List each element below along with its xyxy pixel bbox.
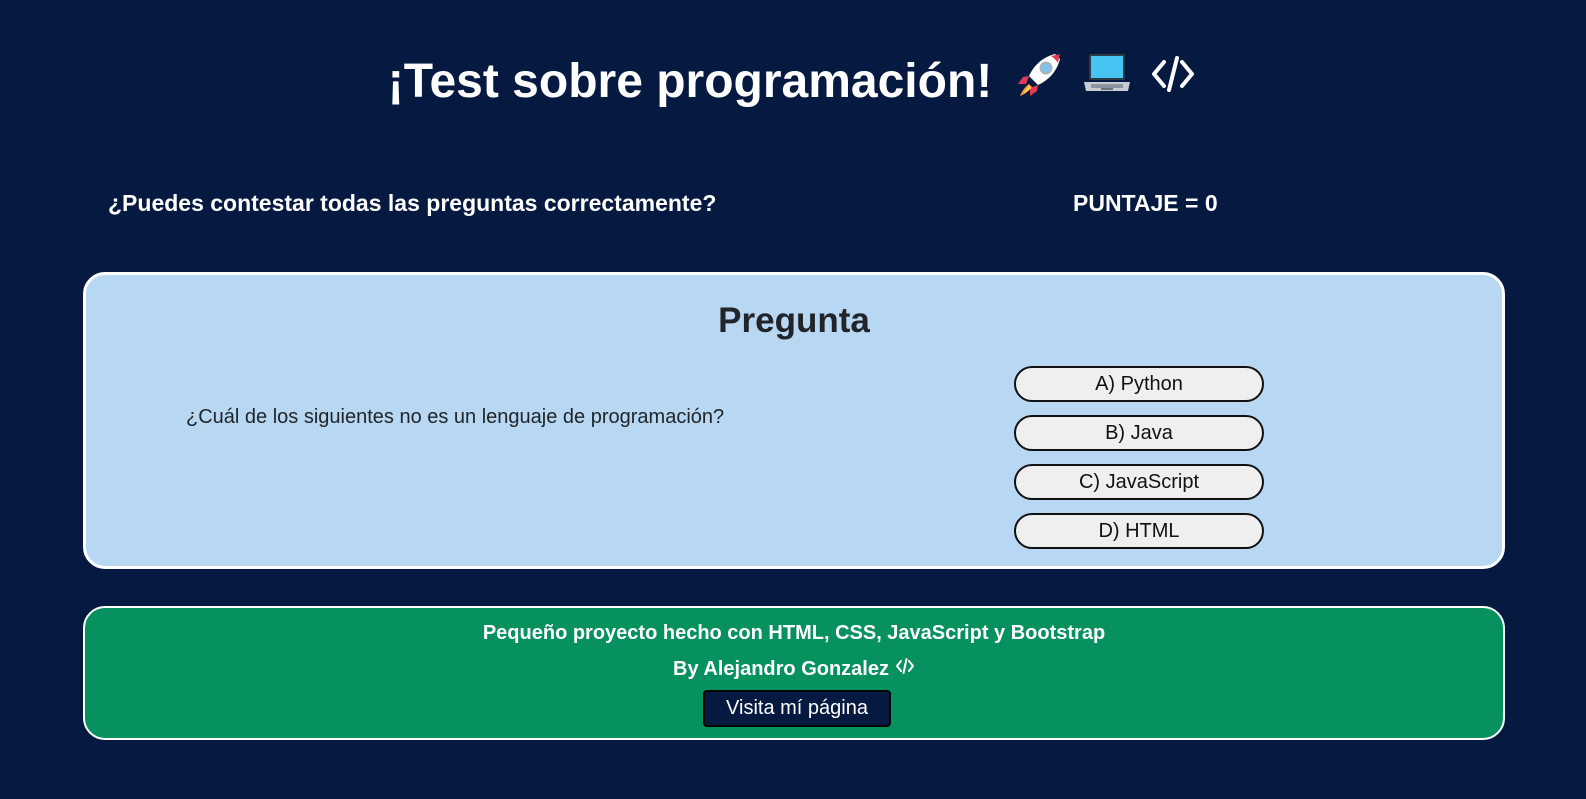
laptop-icon [1080, 49, 1134, 115]
question-text: ¿Cuál de los siguientes no es un lenguaj… [186, 406, 725, 428]
visit-page-button[interactable]: Visita mí página [703, 690, 891, 727]
footer-project-note: Pequeño proyecto hecho con HTML, CSS, Ja… [482, 622, 1106, 644]
page-title: ¡Test sobre programación! [0, 48, 1586, 116]
footer-author: By Alejandro Gonzalez [673, 657, 889, 680]
title-icons [1014, 48, 1198, 116]
rocket-icon [1014, 48, 1066, 116]
answer-options: A) Python B) Java C) JavaScript D) HTML [1014, 366, 1264, 549]
answer-a-button[interactable]: A) Python [1014, 366, 1264, 402]
answer-d-button[interactable]: D) HTML [1014, 513, 1264, 549]
footer-card: Pequeño proyecto hecho con HTML, CSS, Ja… [83, 606, 1505, 740]
answer-b-button[interactable]: B) Java [1014, 415, 1264, 451]
score-display: PUNTAJE = 0 [1073, 190, 1218, 216]
answer-c-button[interactable]: C) JavaScript [1014, 464, 1264, 500]
code-icon [1148, 49, 1198, 115]
quiz-subtitle: ¿Puedes contestar todas las preguntas co… [108, 190, 717, 216]
footer-author-line: By Alejandro Gonzalez [85, 656, 1503, 682]
code-icon [895, 656, 915, 682]
question-card: Pregunta ¿Cuál de los siguientes no es u… [83, 272, 1505, 569]
question-heading: Pregunta [718, 301, 870, 340]
page-title-text: ¡Test sobre programación! [387, 55, 993, 108]
